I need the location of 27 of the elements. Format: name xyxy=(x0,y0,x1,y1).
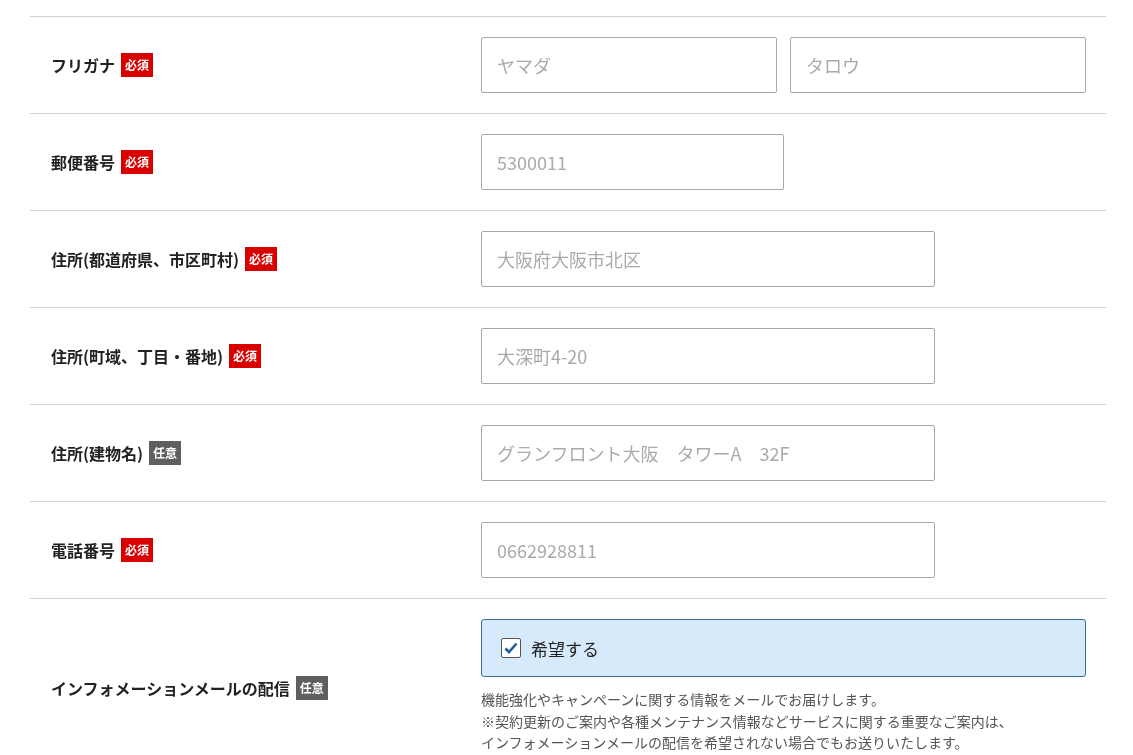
field-label: 電話番号 xyxy=(51,538,115,562)
check-icon xyxy=(504,642,518,654)
help-text: インフォメーションメールの配信を希望されない場合でもお送りいたします。 xyxy=(481,732,970,754)
input-field[interactable]: ヤマダ xyxy=(481,37,777,93)
field-label: 住所(都道府県、市区町村) xyxy=(51,247,240,271)
status-tag: 必須 xyxy=(121,538,154,562)
input-field[interactable]: 5300011 xyxy=(481,134,784,190)
input-field[interactable]: 大深町4-20 xyxy=(481,328,935,384)
field-label: フリガナ xyxy=(51,53,115,77)
status-tag: 任意 xyxy=(295,676,328,700)
help-text: ※契約更新のご案内や各種メンテナンス情報などサービスに関する重要なご案内は、 xyxy=(481,710,1014,732)
input-field[interactable]: 大阪府大阪市北区 xyxy=(481,231,935,287)
status-tag: 任意 xyxy=(149,441,182,465)
input-field[interactable]: グランフロント大阪 タワーA 32F xyxy=(481,425,935,481)
field-label: インフォメーションメールの配信 xyxy=(51,676,290,700)
input-field[interactable]: タロウ xyxy=(790,37,1086,93)
status-tag: 必須 xyxy=(121,53,154,77)
checkbox[interactable] xyxy=(501,638,521,658)
checkbox-option[interactable]: 希望する xyxy=(481,619,1086,677)
field-label: 住所(建物名) xyxy=(51,441,144,465)
field-label: 郵便番号 xyxy=(51,150,115,174)
input-field[interactable]: 0662928811 xyxy=(481,522,935,578)
status-tag: 必須 xyxy=(121,150,154,174)
status-tag: 必須 xyxy=(245,247,278,271)
help-text: 機能強化やキャンペーンに関する情報をメールでお届けします。 xyxy=(481,689,886,711)
field-label: 住所(町域、丁目・番地) xyxy=(51,344,224,368)
status-tag: 必須 xyxy=(229,344,262,368)
